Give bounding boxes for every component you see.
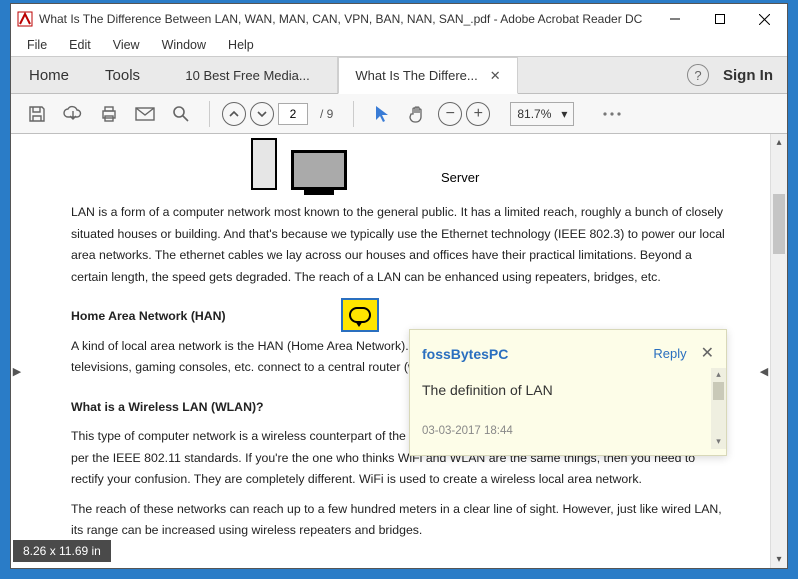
tab-close-icon[interactable]: ✕ <box>490 68 501 84</box>
close-button[interactable] <box>742 4 787 34</box>
more-icon[interactable] <box>596 98 628 130</box>
illustration: Server <box>251 138 727 190</box>
vertical-scrollbar[interactable]: ▴ ▾ <box>770 134 787 568</box>
cloud-icon[interactable] <box>57 98 89 130</box>
page-total-label: / 9 <box>312 107 341 121</box>
panel-expand-left[interactable]: ▶ <box>11 351 23 391</box>
page-dimensions-badge: 8.26 x 11.69 in <box>13 540 111 562</box>
app-window: What Is The Difference Between LAN, WAN,… <box>10 3 788 569</box>
document-viewport: ▶ ◀ Server LAN is a form of a computer n… <box>11 134 787 568</box>
tab-document-1[interactable]: 10 Best Free Media... <box>158 57 338 93</box>
menu-file[interactable]: File <box>19 36 55 54</box>
comment-timestamp: 03-03-2017 18:44 <box>410 415 726 455</box>
save-icon[interactable] <box>21 98 53 130</box>
pointer-icon[interactable] <box>366 98 398 130</box>
sign-in-button[interactable]: Sign In <box>723 67 773 84</box>
menu-help[interactable]: Help <box>220 36 262 54</box>
comment-author: fossBytesPC <box>422 342 653 367</box>
scroll-down-icon[interactable]: ▾ <box>711 435 726 449</box>
scroll-thumb[interactable] <box>773 194 785 254</box>
zoom-out-icon[interactable]: − <box>438 102 462 126</box>
maximize-button[interactable] <box>697 4 742 34</box>
tab-home[interactable]: Home <box>11 57 87 93</box>
comment-close-icon[interactable]: ✕ <box>701 340 714 368</box>
mail-icon[interactable] <box>129 98 161 130</box>
minimize-button[interactable] <box>652 4 697 34</box>
search-icon[interactable] <box>165 98 197 130</box>
zoom-dropdown[interactable]: 81.7% ▾ <box>510 102 574 126</box>
page-number-input[interactable] <box>278 103 308 125</box>
paragraph: LAN is a form of a computer network most… <box>71 202 727 288</box>
app-icon <box>17 11 33 27</box>
toolbar: / 9 − + 81.7% ▾ <box>11 94 787 134</box>
tab-tools[interactable]: Tools <box>87 57 158 93</box>
page-down-icon[interactable] <box>250 102 274 126</box>
page-content: Server LAN is a form of a computer netwo… <box>51 134 747 568</box>
scroll-down-icon[interactable]: ▾ <box>771 551 787 568</box>
paragraph: The reach of these networks can reach up… <box>71 499 727 542</box>
server-illus: Server <box>441 167 479 190</box>
pc-monitor-illus <box>291 150 347 190</box>
menu-view[interactable]: View <box>105 36 148 54</box>
print-icon[interactable] <box>93 98 125 130</box>
scroll-thumb[interactable] <box>713 382 724 400</box>
heading-han: Home Area Network (HAN) <box>71 306 727 328</box>
comment-reply-link[interactable]: Reply <box>653 343 686 366</box>
hand-icon[interactable] <box>402 98 434 130</box>
menu-window[interactable]: Window <box>154 36 214 54</box>
panel-expand-right[interactable]: ◀ <box>758 351 770 391</box>
titlebar: What Is The Difference Between LAN, WAN,… <box>11 4 787 34</box>
chevron-down-icon: ▾ <box>561 107 567 121</box>
window-controls <box>652 4 787 34</box>
tab-document-2[interactable]: What Is The Differe... ✕ <box>338 57 518 94</box>
window-title: What Is The Difference Between LAN, WAN,… <box>39 12 652 26</box>
comment-scrollbar[interactable]: ▴ ▾ <box>711 368 726 449</box>
help-icon[interactable]: ? <box>687 64 709 86</box>
sticky-note-icon[interactable] <box>341 298 379 332</box>
scroll-up-icon[interactable]: ▴ <box>771 134 787 151</box>
scroll-up-icon[interactable]: ▴ <box>711 368 726 382</box>
comment-popup: fossBytesPC Reply ✕ The definition of LA… <box>409 329 727 456</box>
comment-body: The definition of LAN <box>410 374 726 415</box>
menubar: File Edit View Window Help <box>11 34 787 56</box>
pc-tower-illus <box>251 138 277 190</box>
zoom-in-icon[interactable]: + <box>466 102 490 126</box>
menu-edit[interactable]: Edit <box>61 36 99 54</box>
page-up-icon[interactable] <box>222 102 246 126</box>
tabbar: Home Tools 10 Best Free Media... What Is… <box>11 56 787 94</box>
